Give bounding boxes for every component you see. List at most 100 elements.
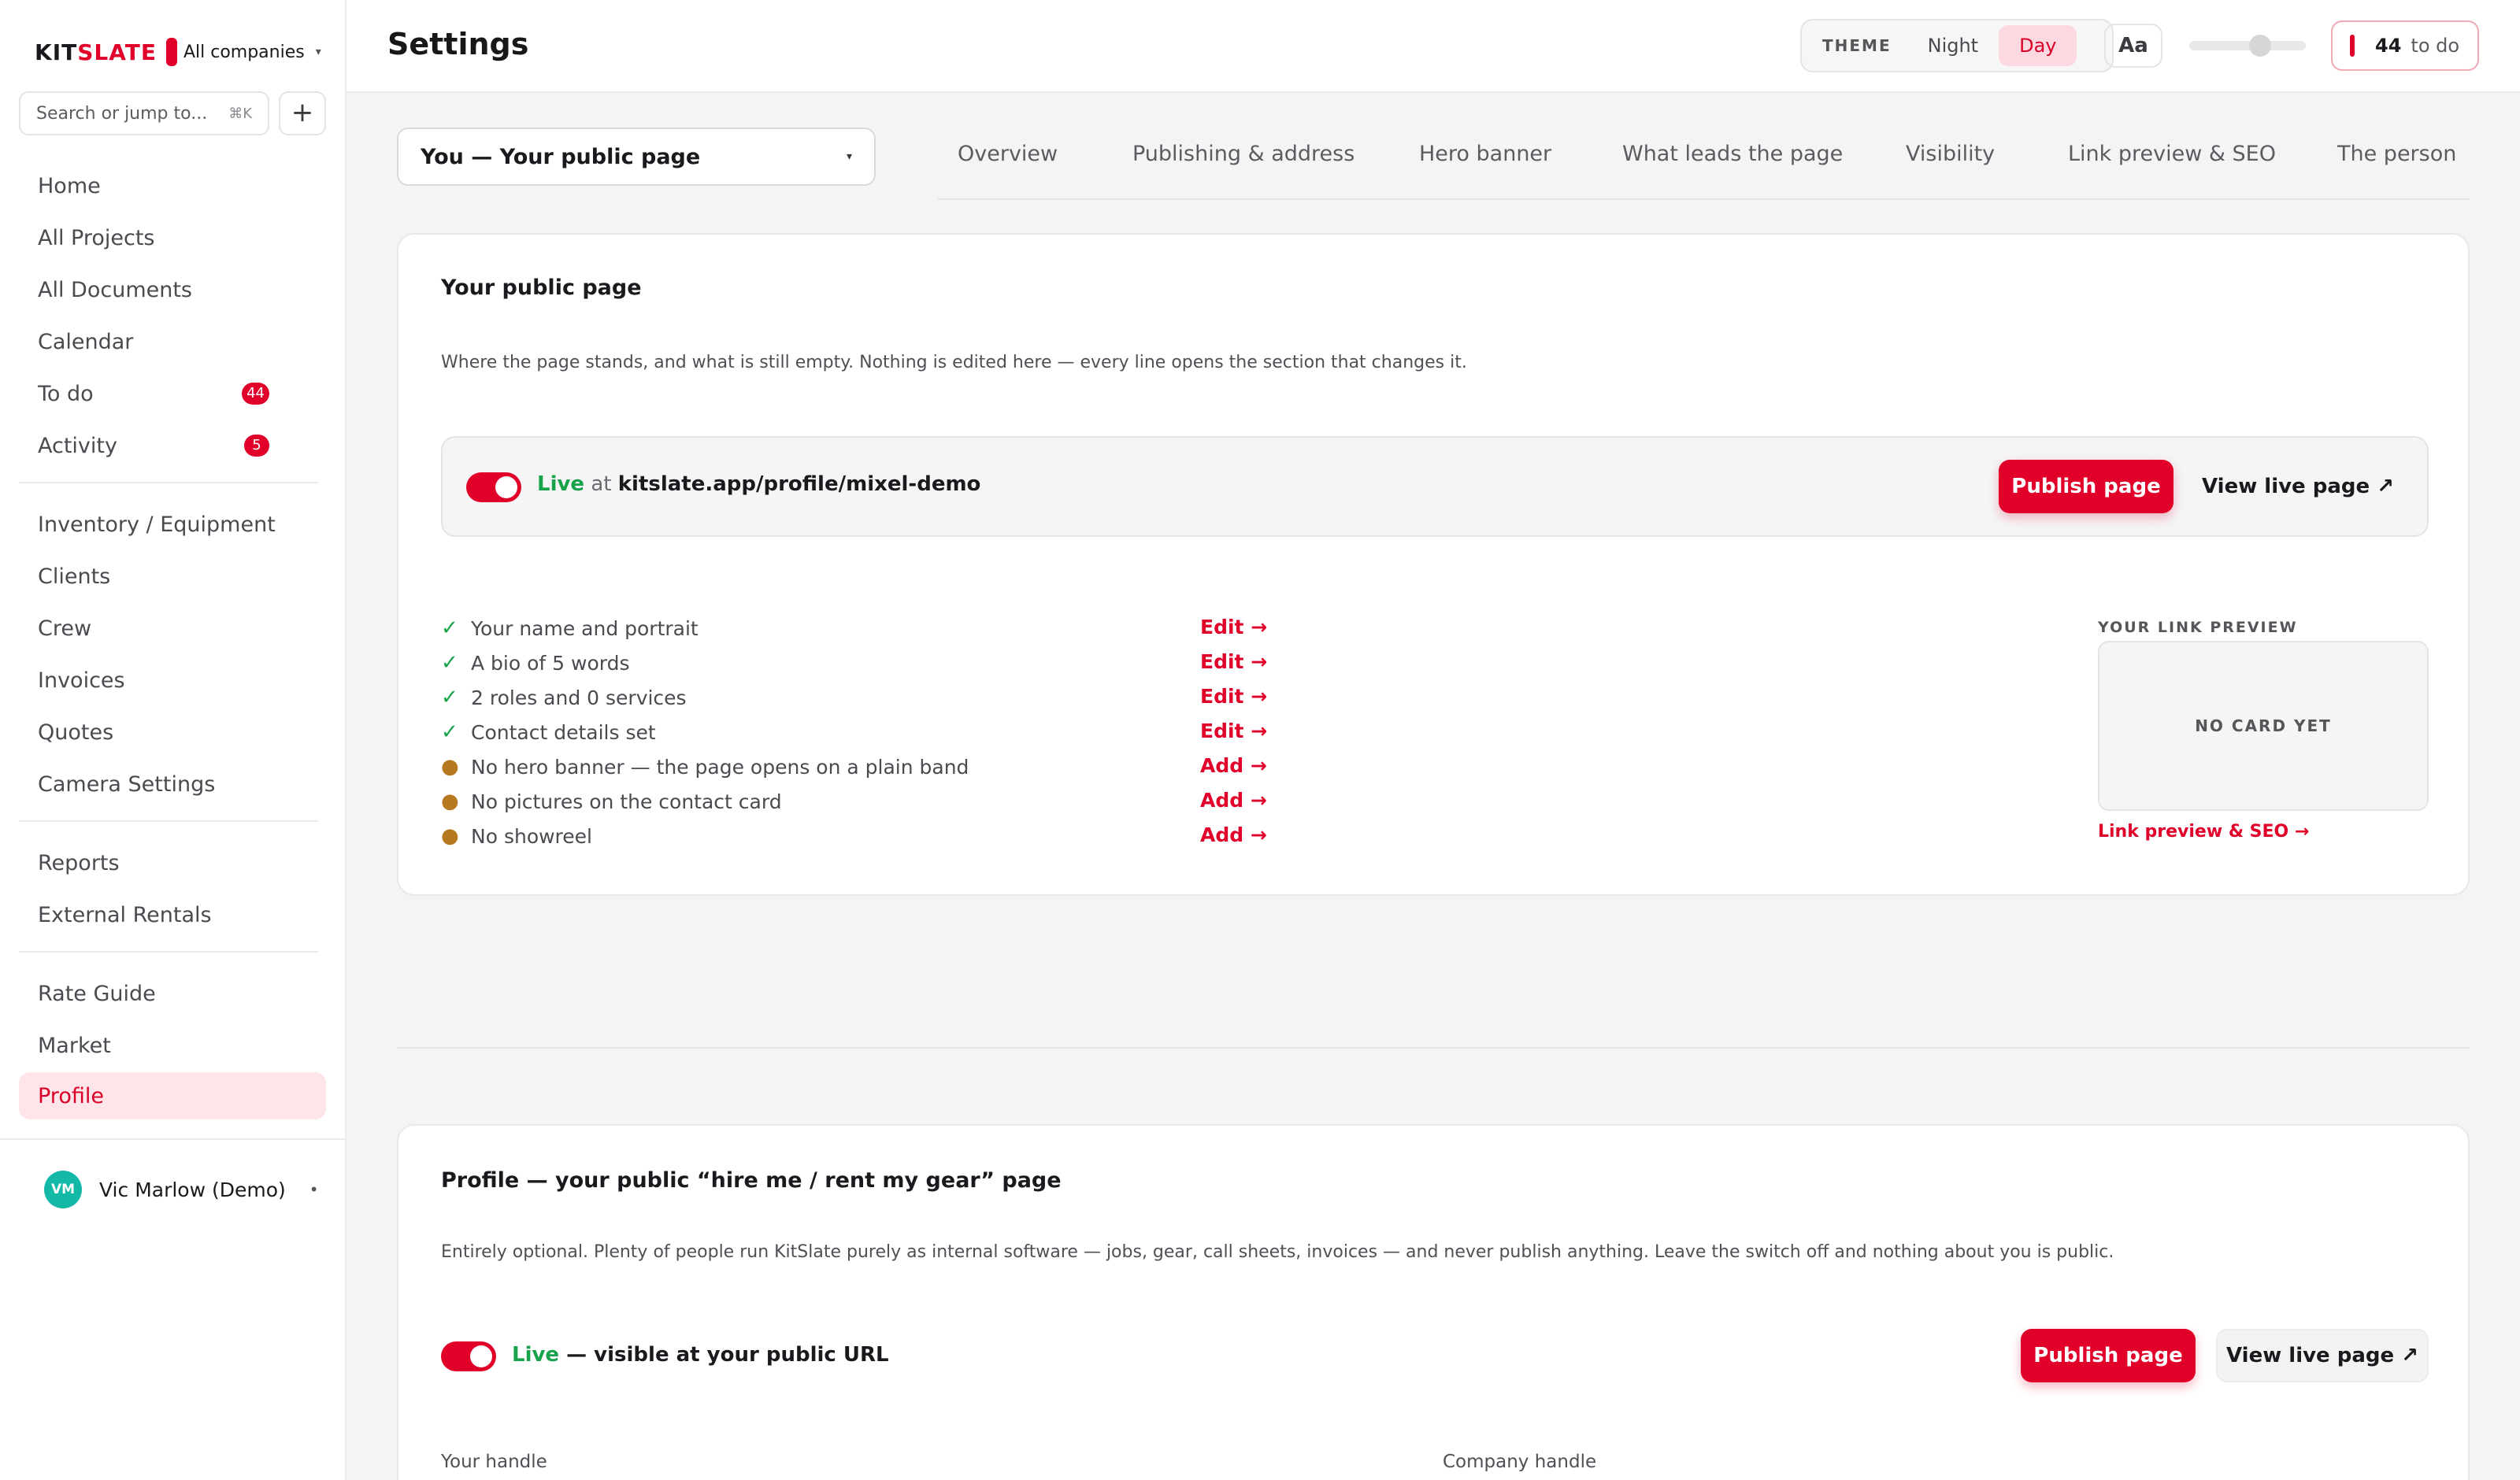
sidebar-item-label: Invoices [38,668,125,693]
sidebar-item-invoices[interactable]: Invoices [19,657,326,704]
sidebar-item-label: Activity [38,433,117,458]
search-input[interactable]: Search or jump to... ⌘K [19,91,269,135]
company-handle-label: Company handle [1443,1452,1597,1472]
card-title: Your public page [441,276,642,300]
tab-hero-banner[interactable]: Hero banner [1419,142,1551,166]
sidebar-item-profile[interactable]: Profile [19,1072,326,1119]
brand-logo: KITSLATE [35,39,157,65]
checklist-text: No hero banner — the page opens on a pla… [471,755,969,779]
sidebar-item-rate-guide[interactable]: Rate Guide [19,970,326,1017]
todo-button[interactable]: 44 to do [2331,20,2479,71]
publish-status-panel: Live at kitslate.app/profile/mixel-demo … [441,436,2429,537]
handle-label: Your handle [441,1452,547,1472]
sidebar-divider [19,482,318,483]
pending-dot-icon: ● [441,755,459,779]
tab-what-leads-the-page[interactable]: What leads the page [1622,142,1843,166]
view-live-page-button[interactable]: View live page ↗ [2216,1329,2429,1382]
live-word: Live [537,472,585,496]
avatar: VM [44,1171,82,1208]
sidebar-item-all-documents[interactable]: All Documents [19,266,326,313]
sidebar-divider [19,820,318,822]
slider-handle[interactable] [2249,35,2271,57]
font-size-button[interactable]: Aa [2104,24,2162,68]
text-size-slider[interactable] [2189,41,2306,50]
todo-count-badge: 44 [242,383,269,405]
sidebar-item-label: Inventory / Equipment [38,512,276,537]
sidebar-item-all-projects[interactable]: All Projects [19,214,326,261]
sidebar-item-quotes[interactable]: Quotes [19,709,326,756]
sidebar-item-label: Clients [38,564,111,589]
sidebar-item-label: Camera Settings [38,771,216,797]
chevron-down-icon: ▾ [846,150,852,163]
live-status: Live — visible at your public URL [512,1343,889,1367]
company-switcher[interactable]: All companies [183,43,305,62]
publish-page-button[interactable]: Publish page [2021,1329,2196,1382]
top-bar: Settings THEME Night Day Aa 44 to do [346,0,2520,93]
edit-contact-link[interactable]: Edit → [1200,720,1267,742]
list-item: ● No pictures on the contact card [441,786,782,817]
sidebar-item-home[interactable]: Home [19,162,326,209]
search-placeholder: Search or jump to... [36,103,208,124]
sidebar-item-inventory[interactable]: Inventory / Equipment [19,501,326,548]
sidebar-item-label: External Rentals [38,902,212,927]
sidebar-item-label: Market [38,1033,111,1058]
check-icon: ✓ [441,720,458,744]
sidebar-item-clients[interactable]: Clients [19,553,326,600]
card-title: Profile — your public “hire me / rent my… [441,1168,1062,1193]
brand-row[interactable]: KITSLATE All companies ▾ [35,35,321,69]
tab-publishing-address[interactable]: Publishing & address [1132,142,1354,166]
public-url[interactable]: kitslate.app/profile/mixel-demo [618,472,981,496]
list-item: ✓ Your name and portrait [441,612,699,644]
add-hero-banner-link[interactable]: Add → [1200,754,1267,777]
live-toggle[interactable] [466,472,521,502]
view-live-page-button[interactable]: View live page ↗ [2196,460,2400,513]
edit-roles-link[interactable]: Edit → [1200,685,1267,708]
check-icon: ✓ [441,616,458,640]
tab-overview[interactable]: Overview [958,142,1058,166]
sidebar-item-label: Calendar [38,329,134,354]
live-description: — visible at your public URL [559,1343,889,1367]
sidebar-item-calendar[interactable]: Calendar [19,318,326,365]
edit-name-link[interactable]: Edit → [1200,616,1267,638]
sidebar-item-label: To do [38,381,94,406]
section-select[interactable]: You — Your public page ▾ [397,128,876,186]
checklist-text: No pictures on the contact card [471,790,782,813]
tabs-underline [937,198,2470,200]
sidebar-item-label: Profile [38,1083,104,1108]
sidebar-item-crew[interactable]: Crew [19,605,326,652]
publish-page-button[interactable]: Publish page [1999,460,2174,513]
link-preview-card: NO CARD YET [2098,641,2429,811]
brand-pill-icon [165,38,177,66]
todo-count: 44 [2375,35,2402,57]
theme-label: THEME [1822,36,1892,55]
sidebar-item-label: All Projects [38,225,155,250]
tab-link-preview-seo[interactable]: Link preview & SEO [2068,142,2276,166]
link-preview-seo-link[interactable]: Link preview & SEO → [2098,822,2309,842]
theme-night-option[interactable]: Night [1907,25,1999,66]
live-at: at [584,472,618,496]
add-pictures-link[interactable]: Add → [1200,789,1267,812]
check-icon: ✓ [441,651,458,675]
add-button[interactable]: + [279,91,326,135]
tab-the-person[interactable]: The person [2337,142,2456,166]
add-showreel-link[interactable]: Add → [1200,823,1267,846]
sidebar-item-reports[interactable]: Reports [19,839,326,886]
sidebar-item-external-rentals[interactable]: External Rentals [19,891,326,938]
link-preview-label: YOUR LINK PREVIEW [2098,619,2298,636]
sidebar-item-todo[interactable]: To do 44 [19,370,326,417]
user-menu-dot-icon: • [309,1180,319,1199]
theme-day-option[interactable]: Day [1999,25,2077,66]
checklist-text: Contact details set [471,720,656,744]
sidebar-item-activity[interactable]: Activity 5 [19,422,326,469]
edit-bio-link[interactable]: Edit → [1200,650,1267,673]
check-icon: ✓ [441,686,458,709]
sidebar-item-market[interactable]: Market [19,1022,326,1069]
live-toggle[interactable] [441,1341,496,1371]
user-menu[interactable]: VM Vic Marlow (Demo) • [44,1170,319,1209]
page-title: Settings [387,27,529,61]
sidebar-item-camera-settings[interactable]: Camera Settings [19,760,326,808]
activity-count-badge: 5 [244,435,269,457]
list-item: ● No hero banner — the page opens on a p… [441,751,969,783]
tab-visibility[interactable]: Visibility [1906,142,1995,166]
list-item: ✓ 2 roles and 0 services [441,682,687,713]
